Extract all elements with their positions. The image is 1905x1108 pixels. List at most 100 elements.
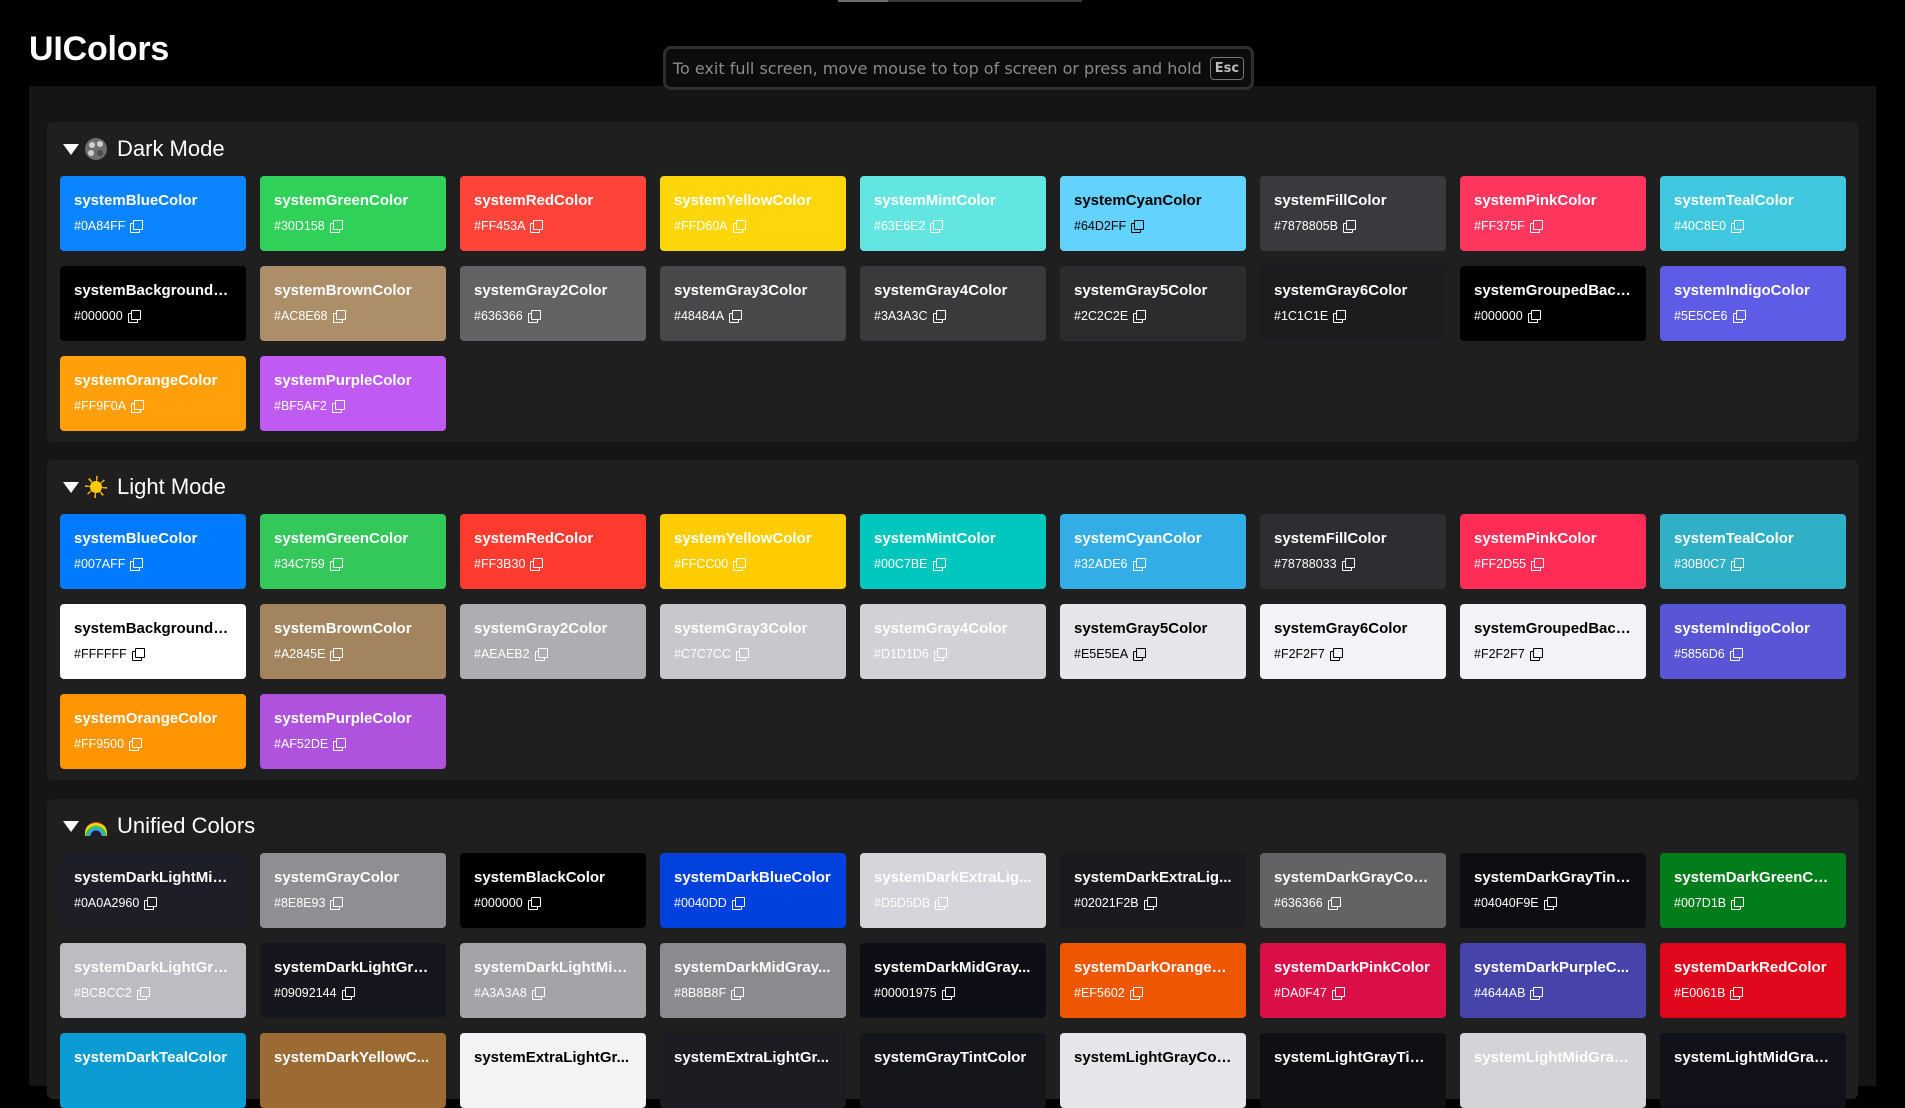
copy-icon[interactable] [933, 647, 947, 661]
color-card[interactable]: systemCyanColor #32ADE6 [1060, 514, 1246, 589]
copy-icon[interactable] [935, 896, 949, 910]
copy-icon[interactable] [531, 986, 545, 1000]
color-card[interactable]: systemBrownColor #AC8E68 [260, 266, 446, 341]
copy-icon[interactable] [144, 896, 158, 910]
copy-icon[interactable] [1529, 647, 1543, 661]
copy-icon[interactable] [329, 219, 343, 233]
copy-icon[interactable] [1131, 219, 1145, 233]
color-card[interactable]: systemDarkTealColor [60, 1033, 246, 1108]
color-card[interactable]: systemGray4Color #D1D1D6 [860, 604, 1046, 679]
copy-icon[interactable] [941, 986, 955, 1000]
copy-icon[interactable] [1133, 647, 1147, 661]
color-card[interactable]: systemOrangeColor #FF9500 [60, 694, 246, 769]
color-card[interactable]: systemGray5Color #E5E5EA [1060, 604, 1246, 679]
color-card[interactable]: systemFillColor #7878805B [1260, 176, 1446, 251]
color-card[interactable]: systemDarkYellowC... [260, 1033, 446, 1108]
color-card[interactable]: systemDarkPinkColor #DA0F47 [1260, 943, 1446, 1018]
section-header-dark-mode[interactable]: Dark Mode [63, 134, 225, 164]
color-card[interactable]: systemBackgroundC... #FFFFFF [60, 604, 246, 679]
color-card[interactable]: systemLightMidGray... [1460, 1033, 1646, 1108]
copy-icon[interactable] [530, 557, 544, 571]
color-card[interactable]: systemOrangeColor #FF9F0A [60, 356, 246, 431]
color-card[interactable]: systemDarkGrayTint... #04040F9E [1460, 853, 1646, 928]
color-card[interactable]: systemTealColor #30B0C7 [1660, 514, 1846, 589]
copy-icon[interactable] [534, 647, 548, 661]
disclosure-triangle-icon[interactable] [63, 481, 79, 493]
copy-icon[interactable] [1133, 309, 1147, 323]
copy-icon[interactable] [131, 399, 145, 413]
copy-icon[interactable] [731, 986, 745, 1000]
color-card[interactable]: systemCyanColor #64D2FF [1060, 176, 1246, 251]
color-card[interactable]: systemDarkPurpleC... #4644AB [1460, 943, 1646, 1018]
color-card[interactable]: systemGray5Color #2C2C2E [1060, 266, 1246, 341]
copy-icon[interactable] [731, 896, 745, 910]
color-card[interactable]: systemLightGrayColor [1060, 1033, 1246, 1108]
copy-icon[interactable] [1529, 219, 1543, 233]
copy-icon[interactable] [1730, 986, 1744, 1000]
color-card[interactable]: systemDarkBlueColor #0040DD [660, 853, 846, 928]
color-card[interactable]: systemGrayTintColor [860, 1033, 1046, 1108]
color-card[interactable]: systemPinkColor #FF2D55 [1460, 514, 1646, 589]
copy-icon[interactable] [735, 647, 749, 661]
color-card[interactable]: systemBrownColor #A2845E [260, 604, 446, 679]
copy-icon[interactable] [1341, 557, 1355, 571]
copy-icon[interactable] [1329, 647, 1343, 661]
color-card[interactable]: systemBackgroundC... #000000 [60, 266, 246, 341]
copy-icon[interactable] [329, 557, 343, 571]
color-card[interactable]: systemDarkGreenCo... #007D1B [1660, 853, 1846, 928]
copy-icon[interactable] [330, 647, 344, 661]
color-card[interactable]: systemDarkLightGra... #BCBCC2 [60, 943, 246, 1018]
copy-icon[interactable] [1527, 309, 1541, 323]
color-card[interactable]: systemPurpleColor #BF5AF2 [260, 356, 446, 431]
copy-icon[interactable] [1731, 219, 1745, 233]
copy-icon[interactable] [332, 309, 346, 323]
color-card[interactable]: systemDarkLightGra... #09092144 [260, 943, 446, 1018]
color-card[interactable]: systemFillColor #78788033 [1260, 514, 1446, 589]
color-card[interactable]: systemGray2Color #636366 [460, 266, 646, 341]
color-card[interactable]: systemBlueColor #007AFF [60, 514, 246, 589]
color-card[interactable]: systemRedColor #FF453A [460, 176, 646, 251]
color-card[interactable]: systemMintColor #00C7BE [860, 514, 1046, 589]
copy-icon[interactable] [129, 737, 143, 751]
color-card[interactable]: systemGreenColor #34C759 [260, 514, 446, 589]
color-card[interactable]: systemDarkLightMid... #0A0A2960 [60, 853, 246, 928]
copy-icon[interactable] [1729, 647, 1743, 661]
copy-icon[interactable] [733, 557, 747, 571]
color-card[interactable]: systemMintColor #63E6E2 [860, 176, 1046, 251]
color-card[interactable]: systemTealColor #40C8E0 [1660, 176, 1846, 251]
copy-icon[interactable] [1732, 309, 1746, 323]
copy-icon[interactable] [330, 896, 344, 910]
color-card[interactable]: systemGray6Color #1C1C1E [1260, 266, 1446, 341]
color-card[interactable]: systemPinkColor #FF375F [1460, 176, 1646, 251]
copy-icon[interactable] [1129, 986, 1143, 1000]
copy-icon[interactable] [1531, 557, 1545, 571]
color-card[interactable]: systemLightGrayTint... [1260, 1033, 1446, 1108]
copy-icon[interactable] [1327, 896, 1341, 910]
color-card[interactable]: systemYellowColor #FFCC00 [660, 514, 846, 589]
color-card[interactable]: systemDarkLightMid... #A3A3A8 [460, 943, 646, 1018]
color-card[interactable]: systemExtraLightGr... [460, 1033, 646, 1108]
color-card[interactable]: systemGray6Color #F2F2F7 [1260, 604, 1446, 679]
copy-icon[interactable] [131, 647, 145, 661]
copy-icon[interactable] [331, 399, 345, 413]
disclosure-triangle-icon[interactable] [63, 820, 79, 832]
color-card[interactable]: systemDarkOrangeC... #EF5602 [1060, 943, 1246, 1018]
copy-icon[interactable] [1331, 986, 1345, 1000]
copy-icon[interactable] [1731, 557, 1745, 571]
color-card[interactable]: systemBlueColor #0A84FF [60, 176, 246, 251]
color-card[interactable]: systemGray3Color #C7C7CC [660, 604, 846, 679]
copy-icon[interactable] [130, 557, 144, 571]
copy-icon[interactable] [729, 309, 743, 323]
disclosure-triangle-icon[interactable] [63, 143, 79, 155]
copy-icon[interactable] [527, 896, 541, 910]
copy-icon[interactable] [1143, 896, 1157, 910]
copy-icon[interactable] [130, 219, 144, 233]
section-header-light-mode[interactable]: Light Mode [63, 472, 226, 502]
copy-icon[interactable] [527, 309, 541, 323]
color-card[interactable]: systemGroupedBack... #000000 [1460, 266, 1646, 341]
copy-icon[interactable] [930, 219, 944, 233]
copy-icon[interactable] [341, 986, 355, 1000]
copy-icon[interactable] [732, 219, 746, 233]
color-card[interactable]: systemDarkGrayColor #636366 [1260, 853, 1446, 928]
top-drag-handle[interactable] [838, 0, 1082, 2]
